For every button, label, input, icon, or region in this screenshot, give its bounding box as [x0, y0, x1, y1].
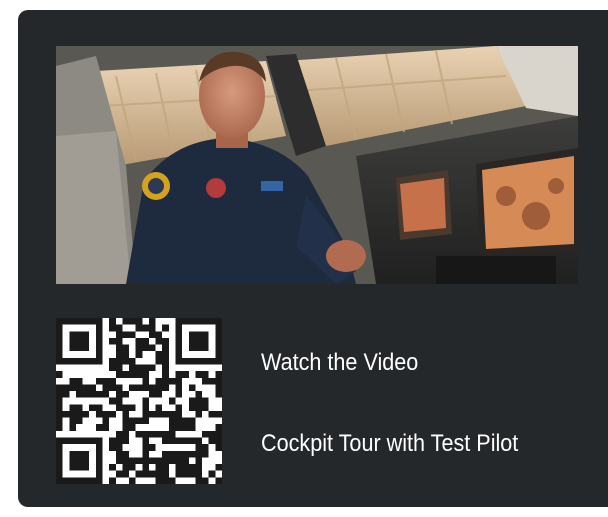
qr-code[interactable]: [56, 318, 222, 484]
video-subtitle: Cockpit Tour with Test Pilot: [261, 430, 519, 457]
video-title: Watch the Video: [261, 349, 419, 376]
cockpit-pilot-image: [56, 46, 578, 284]
video-promo-card: Watch the Video Cockpit Tour with Test P…: [18, 10, 608, 507]
video-thumbnail[interactable]: [56, 46, 578, 284]
qr-code-icon: [56, 318, 222, 484]
